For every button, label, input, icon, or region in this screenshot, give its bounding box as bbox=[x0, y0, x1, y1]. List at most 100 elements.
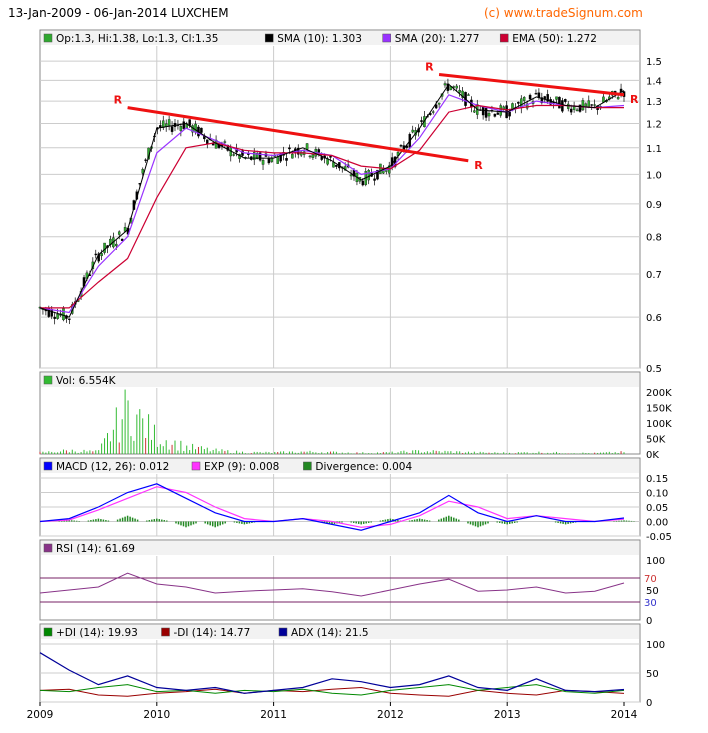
price-legend-swatch bbox=[382, 33, 391, 43]
price-candle-body bbox=[179, 125, 183, 131]
price-candle-body bbox=[267, 158, 271, 164]
price-candle-body bbox=[311, 154, 315, 158]
price-candle-body bbox=[329, 156, 332, 158]
price-candle-body bbox=[555, 96, 558, 100]
price-candle-body bbox=[537, 92, 541, 98]
volume-y-tick: 150K bbox=[646, 404, 672, 415]
price-candle-body bbox=[305, 143, 309, 150]
price-candle-body bbox=[62, 308, 65, 321]
price-candle-body bbox=[361, 180, 365, 186]
price-candle-body bbox=[288, 147, 291, 150]
price-candle-body bbox=[373, 178, 376, 181]
price-candle-body bbox=[431, 111, 435, 113]
price-y-tick: 1.5 bbox=[646, 57, 662, 68]
price-candle-body bbox=[458, 89, 461, 93]
price-candle-body bbox=[481, 106, 485, 116]
price-y-tick: 0.5 bbox=[646, 364, 662, 375]
macd-y-tick: 0.15 bbox=[646, 474, 668, 485]
price-y-tick: 0.7 bbox=[646, 270, 662, 281]
price-candle-body bbox=[581, 100, 585, 111]
price-candle-body bbox=[484, 107, 488, 118]
dmi-legend-swatch bbox=[161, 627, 170, 637]
price-candle-body bbox=[317, 149, 321, 153]
dmi-legend-label: ADX (14): 21.5 bbox=[291, 627, 369, 639]
price-legend-swatch bbox=[264, 33, 274, 43]
price-candle-body bbox=[443, 83, 447, 86]
price-candle-body bbox=[115, 243, 118, 247]
rsi-y-tick: 50 bbox=[646, 586, 659, 597]
macd-y-tick: 0.00 bbox=[646, 518, 668, 529]
price-candle-body bbox=[534, 93, 538, 95]
price-candle-body bbox=[467, 94, 470, 96]
price-candle-body bbox=[188, 119, 191, 126]
trendline-label: R bbox=[630, 93, 639, 106]
price-candle-body bbox=[564, 99, 567, 102]
rsi-level-label: 70 bbox=[644, 574, 657, 585]
volume-legend-swatch bbox=[43, 375, 53, 385]
price-candle-body bbox=[528, 94, 532, 100]
price-candle-body bbox=[569, 108, 573, 113]
price-candle-body bbox=[496, 112, 500, 115]
x-axis-label: 2014 bbox=[611, 709, 638, 721]
price-candle-body bbox=[420, 120, 423, 122]
price-candle-body bbox=[379, 163, 382, 174]
price-candle-body bbox=[100, 253, 103, 257]
price-legend-label: Op:1.3, Hi:1.38, Lo:1.3, Cl:1.35 bbox=[56, 33, 218, 45]
price-candle-body bbox=[590, 104, 593, 106]
price-y-tick: 1.2 bbox=[646, 119, 662, 130]
volume-y-tick: 50K bbox=[646, 435, 666, 446]
price-candle-body bbox=[575, 109, 579, 112]
price-candle-body bbox=[182, 121, 186, 129]
x-axis-label: 2009 bbox=[27, 709, 54, 721]
macd-y-tick: 0.05 bbox=[646, 503, 668, 514]
price-candle-body bbox=[517, 101, 520, 104]
price-candle-body bbox=[493, 113, 497, 117]
price-candle-body bbox=[68, 318, 71, 320]
price-candle-body bbox=[285, 158, 288, 161]
price-candle-body bbox=[223, 141, 227, 143]
price-candle-body bbox=[141, 169, 144, 174]
dmi-legend-swatch bbox=[43, 627, 53, 637]
price-candle-body bbox=[399, 145, 403, 147]
x-axis-label: 2011 bbox=[260, 709, 287, 721]
price-candle-body bbox=[602, 96, 605, 103]
rsi-legend-swatch bbox=[43, 543, 53, 553]
dmi-legend-label: -DI (14): 14.77 bbox=[174, 627, 251, 639]
price-y-tick: 0.8 bbox=[646, 233, 662, 244]
price-candle-body bbox=[349, 174, 353, 177]
price-candle-body bbox=[335, 164, 338, 167]
price-candle-body bbox=[170, 126, 174, 132]
dmi-y-tick: 100 bbox=[646, 640, 665, 651]
trendline-label: R bbox=[114, 94, 123, 107]
macd-legend-swatch bbox=[191, 461, 201, 471]
price-candle-body bbox=[117, 231, 121, 235]
price-candle-body bbox=[543, 96, 547, 99]
price-candle-body bbox=[232, 154, 235, 156]
dmi-y-tick: 50 bbox=[646, 669, 659, 680]
price-legend-swatch bbox=[499, 33, 509, 43]
price-candle-body bbox=[53, 316, 56, 319]
rsi-legend-label: RSI (14): 61.69 bbox=[56, 543, 135, 555]
price-legend-label: EMA (50): 1.272 bbox=[512, 33, 597, 45]
rsi-y-tick: 0 bbox=[646, 616, 652, 627]
price-candle-body bbox=[367, 170, 370, 181]
price-candle-body bbox=[200, 127, 203, 133]
price-candle-body bbox=[411, 129, 414, 133]
macd-legend-label: MACD (12, 26): 0.012 bbox=[56, 461, 169, 473]
volume-y-tick: 0K bbox=[646, 450, 659, 461]
price-legend-label: SMA (10): 1.303 bbox=[277, 33, 362, 45]
price-candle-body bbox=[558, 96, 561, 109]
stock-chart: 13-Jan-2009 - 06-Jan-2014 LUXCHEM (c) ww… bbox=[8, 6, 672, 721]
price-candle-body bbox=[94, 253, 98, 256]
rsi-level-label: 30 bbox=[644, 598, 657, 609]
price-candle-body bbox=[616, 97, 620, 100]
price-candle-body bbox=[455, 85, 458, 89]
trendline-label: R bbox=[425, 61, 434, 74]
price-candle-body bbox=[194, 123, 197, 133]
price-y-tick: 0.9 bbox=[646, 200, 662, 211]
price-candle-body bbox=[276, 156, 279, 164]
macd-legend-swatch bbox=[303, 461, 312, 471]
x-axis-label: 2013 bbox=[494, 709, 521, 721]
price-y-tick: 1.4 bbox=[646, 76, 662, 87]
price-candle-body bbox=[167, 119, 171, 126]
